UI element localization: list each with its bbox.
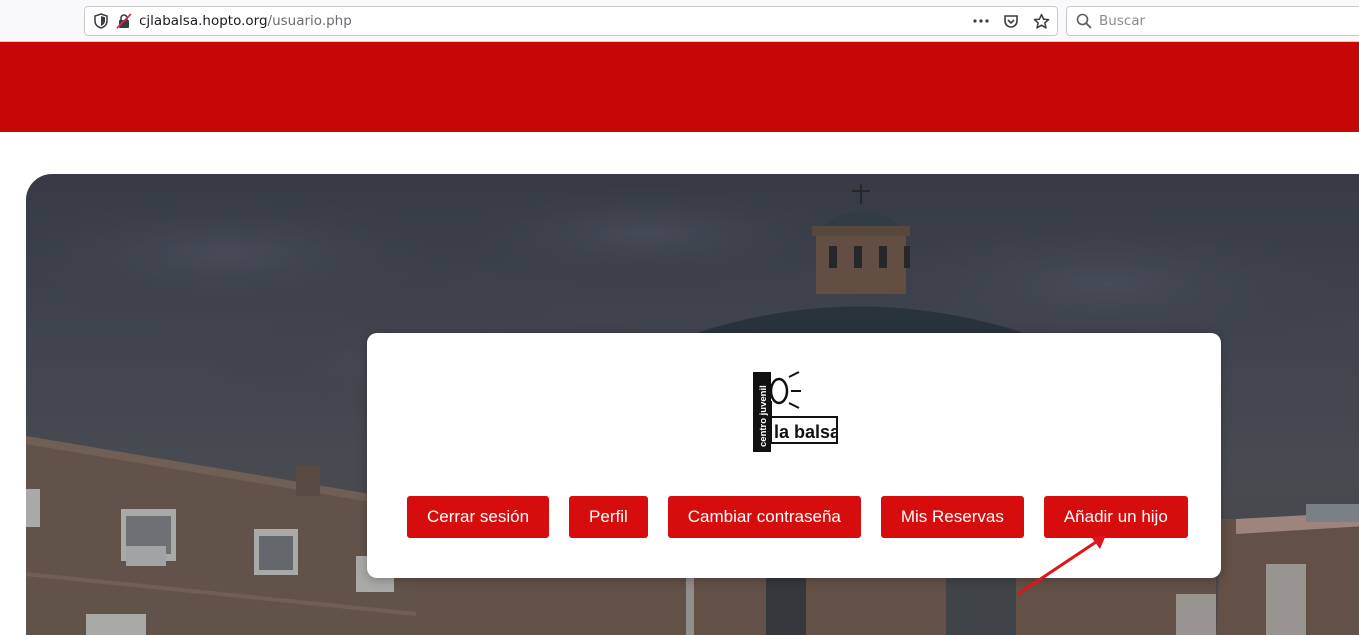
url-host: cjlabalsa.hopto.org — [139, 13, 268, 29]
insecure-lock-icon[interactable] — [115, 12, 133, 30]
site-header-band — [0, 42, 1359, 132]
url-text[interactable]: cjlabalsa.hopto.org/usuario.php — [139, 13, 352, 29]
centro-juvenil-la-balsa-logo: centro juvenil la balsa — [752, 371, 841, 455]
browser-toolbar: cjlabalsa.hopto.org/usuario.php — [0, 0, 1359, 42]
shield-icon[interactable] — [93, 13, 109, 29]
url-path: /usuario.php — [267, 13, 352, 29]
annotation-arrow-icon — [1017, 535, 1106, 596]
more-icon[interactable] — [971, 11, 991, 31]
search-bar[interactable] — [1066, 6, 1359, 36]
logout-button[interactable]: Cerrar sesión — [407, 496, 550, 538]
star-icon[interactable] — [1031, 11, 1051, 31]
pocket-icon[interactable] — [1001, 11, 1021, 31]
profile-button[interactable]: Perfil — [569, 496, 648, 538]
url-bar[interactable]: cjlabalsa.hopto.org/usuario.php — [84, 6, 1058, 36]
search-icon — [1075, 12, 1093, 30]
my-reservations-button[interactable]: Mis Reservas — [880, 496, 1024, 538]
logo-text-la-balsa: la balsa — [774, 422, 838, 442]
search-input[interactable] — [1099, 13, 1339, 29]
change-password-button[interactable]: Cambiar contraseña — [667, 496, 861, 538]
logo-text-centro-juvenil: centro juvenil — [758, 385, 769, 447]
